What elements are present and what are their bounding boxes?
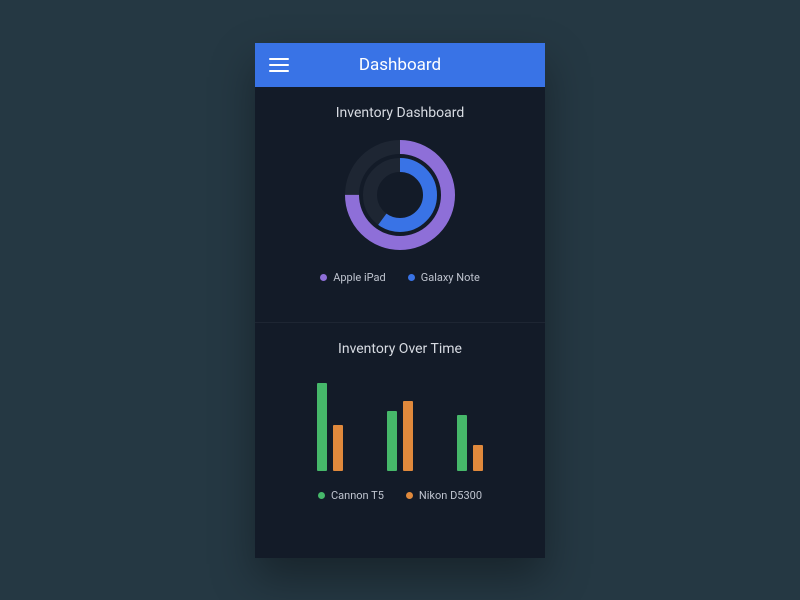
legend-item-nikon: Nikon D5300 (406, 489, 482, 502)
card-title: Inventory Dashboard (336, 105, 465, 121)
app-header: Dashboard (255, 43, 545, 88)
bar-cannon (387, 411, 397, 471)
legend-label: Galaxy Note (421, 271, 480, 284)
legend-dot-icon (406, 492, 413, 499)
donut-chart (340, 135, 460, 255)
bar-nikon (403, 401, 413, 471)
bar-cannon (457, 415, 467, 471)
bar-cannon (317, 383, 327, 471)
legend-item-apple-ipad: Apple iPad (320, 271, 386, 284)
bar-legend: Cannon T5 Nikon D5300 (318, 489, 482, 502)
menu-icon[interactable] (269, 54, 291, 76)
legend-item-galaxy-note: Galaxy Note (408, 271, 480, 284)
donut-legend: Apple iPad Galaxy Note (320, 271, 480, 284)
legend-label: Cannon T5 (331, 489, 384, 502)
legend-dot-icon (318, 492, 325, 499)
legend-dot-icon (408, 274, 415, 281)
legend-dot-icon (320, 274, 327, 281)
card-title: Inventory Over Time (338, 341, 462, 357)
bar-nikon (473, 445, 483, 471)
legend-label: Nikon D5300 (419, 489, 482, 502)
legend-item-cannon: Cannon T5 (318, 489, 384, 502)
bar-chart-bars (295, 371, 505, 471)
page-title: Dashboard (255, 55, 545, 75)
bar-group (387, 401, 413, 471)
inventory-dashboard-card: Inventory Dashboard Apple iPad Galaxy No… (255, 87, 545, 322)
bar-group (457, 415, 483, 471)
bar-group (317, 383, 343, 471)
inventory-over-time-card: Inventory Over Time Ca (255, 323, 545, 558)
legend-label: Apple iPad (333, 271, 386, 284)
bar-chart: Cannon T5 Nikon D5300 (267, 371, 533, 542)
bar-nikon (333, 425, 343, 471)
app-window: Dashboard Inventory Dashboard Apple iPad (255, 43, 545, 558)
